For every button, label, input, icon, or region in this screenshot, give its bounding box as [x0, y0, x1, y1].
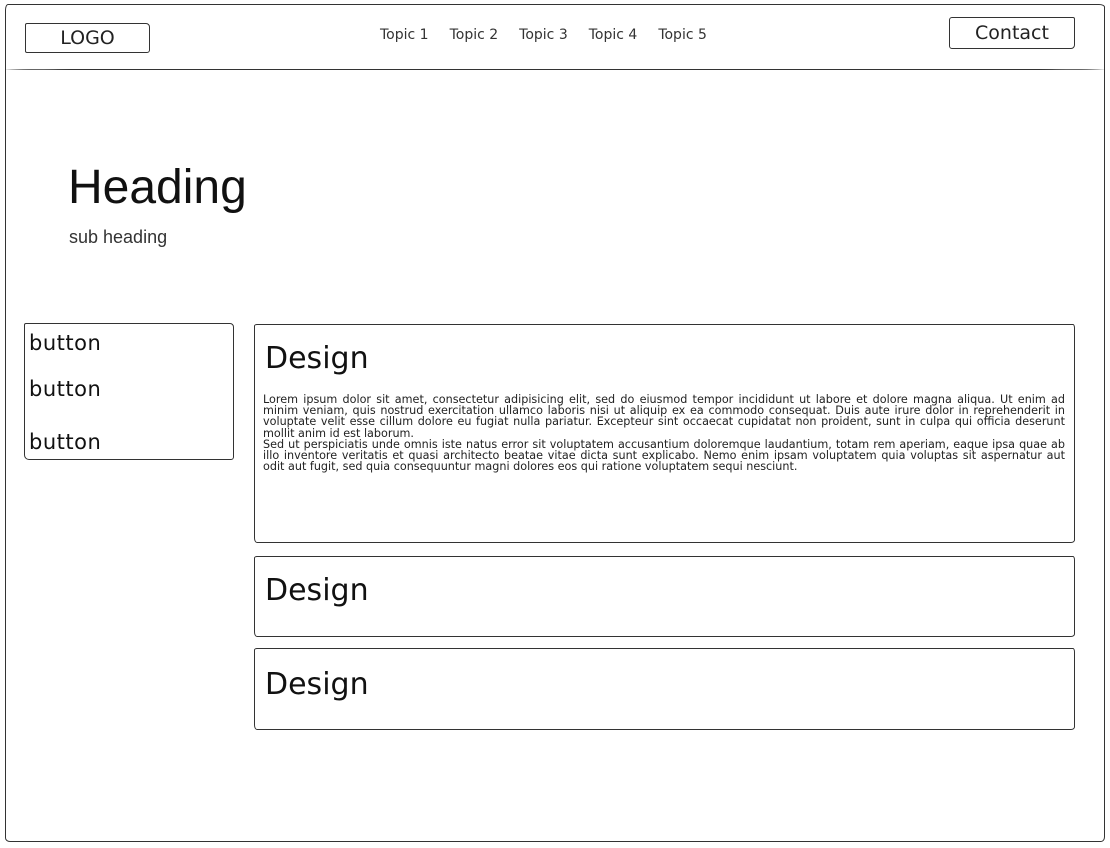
card-title: Design [265, 341, 369, 376]
nav-item-topic-1[interactable]: Topic 1 [380, 24, 429, 46]
card-title: Design [265, 573, 369, 608]
sidebar-menu: button button button [24, 323, 234, 460]
contact-button[interactable]: Contact [949, 17, 1075, 49]
content-card-2: Design [254, 556, 1075, 637]
sidebar-button-2[interactable]: button [29, 376, 101, 402]
sidebar-button-3[interactable]: button [29, 429, 101, 455]
card-paragraph-1: Lorem ipsum dolor sit amet, consectetur … [263, 393, 1065, 440]
card-paragraph-2: Sed ut perspiciatis unde omnis iste natu… [263, 437, 1065, 474]
nav-item-topic-4[interactable]: Topic 4 [589, 24, 638, 46]
top-nav: Topic 1 Topic 2 Topic 3 Topic 4 Topic 5 [380, 24, 707, 46]
page-subheading: sub heading [69, 227, 168, 247]
page-heading: Heading [68, 161, 247, 214]
card-title: Design [265, 667, 369, 702]
card-body-text: Lorem ipsum dolor sit amet, consectetur … [263, 394, 1065, 472]
content-card-1: Design Lorem ipsum dolor sit amet, conse… [254, 324, 1075, 543]
logo-text: LOGO [60, 27, 115, 49]
nav-item-topic-3[interactable]: Topic 3 [519, 24, 568, 46]
content-card-3: Design [254, 648, 1075, 730]
header-divider [5, 69, 1105, 70]
nav-item-topic-5[interactable]: Topic 5 [658, 24, 707, 46]
nav-item-topic-2[interactable]: Topic 2 [450, 24, 499, 46]
sidebar-button-1[interactable]: button [29, 330, 101, 356]
logo[interactable]: LOGO [25, 23, 150, 53]
